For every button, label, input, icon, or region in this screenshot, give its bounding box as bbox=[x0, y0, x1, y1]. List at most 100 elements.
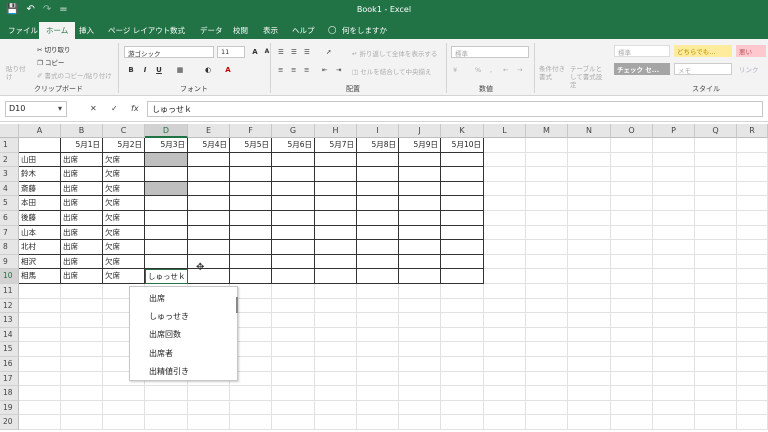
cell[interactable]: 5月4日 bbox=[188, 138, 230, 153]
cell[interactable] bbox=[611, 211, 653, 226]
cell[interactable]: 出席 bbox=[61, 269, 103, 284]
cell[interactable] bbox=[484, 254, 526, 270]
cell[interactable] bbox=[568, 342, 611, 357]
cell[interactable] bbox=[315, 167, 357, 182]
cell[interactable] bbox=[611, 371, 653, 387]
comma-button[interactable]: , bbox=[490, 66, 492, 74]
cell[interactable] bbox=[357, 284, 399, 299]
cell[interactable] bbox=[653, 152, 695, 168]
tell-me-search[interactable]: 何をしますか bbox=[342, 25, 387, 36]
cell[interactable] bbox=[188, 254, 230, 270]
cell[interactable]: 出席 bbox=[61, 211, 103, 226]
cell[interactable] bbox=[441, 167, 484, 182]
cell[interactable] bbox=[19, 415, 61, 430]
cell[interactable] bbox=[441, 415, 484, 430]
column-header[interactable]: A bbox=[19, 124, 61, 138]
cell[interactable] bbox=[315, 415, 357, 430]
cell[interactable] bbox=[315, 298, 357, 314]
cell[interactable] bbox=[145, 225, 188, 241]
cell[interactable] bbox=[526, 415, 568, 430]
cell[interactable] bbox=[315, 254, 357, 270]
cell[interactable] bbox=[611, 181, 653, 197]
cell[interactable] bbox=[653, 196, 695, 211]
cell[interactable] bbox=[399, 269, 441, 284]
column-header[interactable]: R bbox=[737, 124, 768, 138]
style-bad[interactable]: 悪い bbox=[736, 45, 766, 57]
autocomplete-item[interactable]: 出席 bbox=[149, 293, 165, 304]
cell[interactable] bbox=[188, 240, 230, 255]
cell[interactable] bbox=[484, 357, 526, 372]
cell[interactable] bbox=[695, 181, 737, 197]
cell[interactable] bbox=[737, 400, 768, 416]
cell[interactable] bbox=[145, 167, 188, 182]
cell[interactable] bbox=[484, 400, 526, 416]
row-header[interactable]: 4 bbox=[0, 181, 19, 197]
cell[interactable]: 5月7日 bbox=[315, 138, 357, 153]
cell[interactable] bbox=[272, 298, 315, 314]
cell[interactable] bbox=[399, 400, 441, 416]
cell[interactable] bbox=[737, 225, 768, 241]
cell[interactable] bbox=[484, 386, 526, 401]
cell[interactable] bbox=[19, 371, 61, 387]
cell[interactable]: 北村 bbox=[19, 240, 61, 255]
cell[interactable]: 出席 bbox=[61, 196, 103, 211]
style-check-cell[interactable]: チェック セ... bbox=[614, 63, 670, 75]
cell[interactable]: 出席 bbox=[61, 181, 103, 197]
cell[interactable] bbox=[737, 371, 768, 387]
cell[interactable] bbox=[188, 415, 230, 430]
cell[interactable] bbox=[272, 357, 315, 372]
cell[interactable] bbox=[484, 313, 526, 328]
cell[interactable] bbox=[61, 342, 103, 357]
cell[interactable] bbox=[315, 371, 357, 387]
row-header[interactable]: 10 bbox=[0, 269, 19, 284]
column-header[interactable]: B bbox=[61, 124, 103, 138]
cell[interactable]: 鈴木 bbox=[19, 167, 61, 182]
cell[interactable] bbox=[399, 415, 441, 430]
cell[interactable] bbox=[399, 181, 441, 197]
cell[interactable] bbox=[145, 240, 188, 255]
row-header[interactable]: 2 bbox=[0, 152, 19, 168]
cell[interactable] bbox=[188, 181, 230, 197]
cell[interactable] bbox=[357, 196, 399, 211]
column-header[interactable]: I bbox=[357, 124, 399, 138]
cell[interactable] bbox=[441, 225, 484, 241]
cell[interactable] bbox=[188, 400, 230, 416]
cell[interactable] bbox=[737, 386, 768, 401]
tab-page-layout[interactable]: ページ レイアウト bbox=[108, 25, 170, 36]
cell[interactable] bbox=[568, 240, 611, 255]
cell[interactable] bbox=[526, 196, 568, 211]
cell[interactable] bbox=[399, 240, 441, 255]
indent-decrease-icon[interactable]: ⇤ bbox=[322, 66, 327, 74]
cell[interactable] bbox=[526, 138, 568, 153]
cell[interactable] bbox=[653, 167, 695, 182]
cell[interactable] bbox=[568, 415, 611, 430]
cell[interactable] bbox=[145, 386, 188, 401]
cell[interactable] bbox=[315, 240, 357, 255]
cell[interactable] bbox=[441, 327, 484, 343]
cell[interactable] bbox=[484, 138, 526, 153]
cell[interactable] bbox=[315, 211, 357, 226]
cell[interactable] bbox=[568, 167, 611, 182]
cell[interactable] bbox=[568, 152, 611, 168]
cell[interactable] bbox=[19, 357, 61, 372]
cell[interactable] bbox=[145, 181, 188, 197]
format-as-table-button[interactable]: テーブルとして書式設定 bbox=[570, 65, 606, 89]
cell[interactable] bbox=[230, 225, 272, 241]
row-header[interactable]: 7 bbox=[0, 225, 19, 241]
cell[interactable] bbox=[695, 167, 737, 182]
cell[interactable] bbox=[737, 342, 768, 357]
cell[interactable]: 出席 bbox=[61, 240, 103, 255]
row-header[interactable]: 6 bbox=[0, 211, 19, 226]
column-header[interactable]: F bbox=[230, 124, 272, 138]
cell[interactable] bbox=[568, 254, 611, 270]
cell[interactable] bbox=[19, 298, 61, 314]
column-header[interactable]: G bbox=[272, 124, 315, 138]
cell[interactable] bbox=[441, 313, 484, 328]
cell[interactable] bbox=[19, 327, 61, 343]
autocomplete-item[interactable]: 出席者 bbox=[149, 348, 173, 359]
cell[interactable] bbox=[230, 152, 272, 168]
cell[interactable] bbox=[399, 357, 441, 372]
cell[interactable] bbox=[315, 313, 357, 328]
cell[interactable] bbox=[357, 415, 399, 430]
cell[interactable] bbox=[357, 181, 399, 197]
